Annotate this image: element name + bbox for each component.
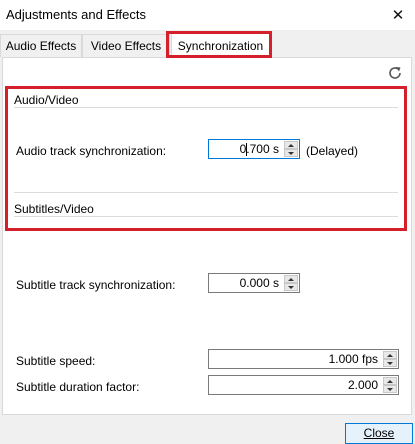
- subtitle-track-sync-spinbox[interactable]: 0.000 s: [208, 273, 300, 293]
- subtitle-speed-spinbox[interactable]: 1.000 fps: [208, 349, 399, 369]
- close-button-label: Close: [363, 426, 395, 440]
- subtitle-duration-value: 2.000: [347, 378, 378, 392]
- spin-down-button[interactable]: [284, 149, 298, 157]
- section-separator: [14, 192, 398, 193]
- spin-up-button[interactable]: [284, 141, 298, 149]
- audio-video-group-title: Audio/Video: [14, 93, 83, 107]
- audio-track-sync-label: Audio track synchronization:: [16, 144, 167, 158]
- arrow-up-icon: [288, 143, 294, 147]
- spin-up-button[interactable]: [383, 351, 397, 359]
- arrow-up-icon: [288, 277, 294, 281]
- spin-down-button[interactable]: [284, 283, 298, 291]
- close-button[interactable]: Close: [345, 423, 413, 444]
- arrow-down-icon: [387, 387, 393, 391]
- arrow-up-icon: [387, 379, 393, 383]
- audio-track-sync-spinbox[interactable]: 0.700 s: [208, 139, 300, 159]
- window-title: Adjustments and Effects: [6, 7, 146, 22]
- refresh-icon[interactable]: [386, 64, 404, 82]
- arrow-down-icon: [387, 361, 393, 365]
- title-bar: Adjustments and Effects ✕: [0, 0, 415, 30]
- subtitles-video-group-line: [14, 216, 398, 217]
- subtitle-speed-label: Subtitle speed:: [16, 354, 96, 368]
- subtitles-video-group-title: Subtitles/Video: [14, 202, 98, 216]
- subtitle-speed-value: 1.000 fps: [328, 352, 378, 366]
- audio-track-sync-value: 0.700 s: [239, 142, 279, 156]
- text-caret: [246, 143, 247, 156]
- tab-video-effects[interactable]: Video Effects: [82, 34, 170, 57]
- tab-audio-effects[interactable]: Audio Effects: [0, 34, 82, 57]
- subtitle-duration-label: Subtitle duration factor:: [16, 380, 140, 394]
- subtitle-duration-spinbox[interactable]: 2.000: [208, 375, 399, 395]
- arrow-down-icon: [288, 151, 294, 155]
- arrow-down-icon: [288, 285, 294, 289]
- tab-synchronization[interactable]: Synchronization: [171, 33, 270, 58]
- window-close-icon[interactable]: ✕: [387, 4, 409, 26]
- spin-down-button[interactable]: [383, 359, 397, 367]
- spin-up-button[interactable]: [284, 275, 298, 283]
- audio-video-group-line: [14, 107, 398, 108]
- audio-sync-status: (Delayed): [306, 144, 359, 158]
- subtitle-track-sync-value: 0.000 s: [239, 276, 279, 290]
- spin-down-button[interactable]: [383, 385, 397, 393]
- arrow-up-icon: [387, 353, 393, 357]
- spin-up-button[interactable]: [383, 377, 397, 385]
- subtitle-track-sync-label: Subtitle track synchronization:: [16, 278, 176, 292]
